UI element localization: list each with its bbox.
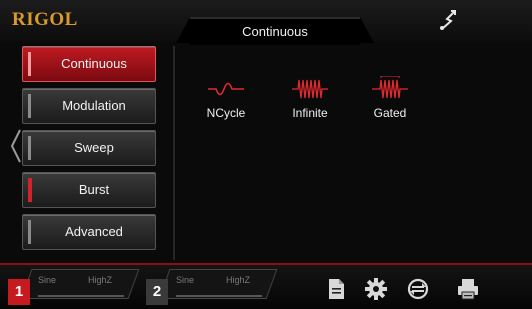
indicator-bar: [28, 52, 31, 76]
mode-label: NCycle: [206, 106, 246, 120]
channel-waveform: Sine: [38, 275, 57, 285]
title-tab-left-edge: [176, 17, 190, 43]
sidebar-item-label: Advanced: [65, 224, 123, 239]
settings-gear-icon[interactable]: [364, 277, 388, 301]
sidebar-item-label: Burst: [78, 182, 110, 197]
indicator-bar: [28, 220, 31, 244]
channel-number: 1: [8, 279, 30, 305]
ncycle-icon: [208, 82, 244, 96]
brand-logo: RIGOL: [12, 9, 78, 30]
chevron-left-icon[interactable]: [10, 128, 22, 164]
sidebar-item-label: Modulation: [62, 98, 126, 113]
mode-infinite[interactable]: Infinite: [279, 76, 341, 120]
mode-ncycle[interactable]: NCycle: [195, 76, 257, 120]
channel-waveform: Sine: [176, 275, 195, 285]
channel-1-tab[interactable]: 1 Sine HighZ: [8, 265, 140, 305]
indicator-bar: [28, 94, 31, 118]
page-title: Continuous: [190, 17, 360, 45]
sidebar-item-advanced[interactable]: Advanced: [22, 214, 156, 250]
channel-2-tab[interactable]: 2 Sine HighZ: [146, 265, 278, 305]
mode-label: Gated: [373, 106, 407, 120]
channel-impedance: HighZ: [88, 275, 113, 285]
printer-icon[interactable]: [456, 277, 480, 301]
indicator-bar: [28, 178, 32, 202]
channel-number: 2: [146, 279, 168, 305]
channel-impedance: HighZ: [226, 275, 251, 285]
sidebar-item-sweep[interactable]: Sweep: [22, 130, 156, 166]
panel-divider: [173, 46, 175, 260]
channel-underline: [38, 295, 124, 297]
mode-gated[interactable]: Gated: [359, 76, 421, 120]
gated-burst-icon: [372, 76, 408, 99]
sidebar-item-modulation[interactable]: Modulation: [22, 88, 156, 124]
sidebar-item-label: Continuous: [61, 56, 127, 71]
file-icon[interactable]: [324, 277, 348, 301]
title-tab-right-edge: [360, 17, 374, 43]
usb-icon[interactable]: [436, 8, 460, 32]
infinite-burst-icon: [292, 79, 328, 99]
sidebar-item-continuous[interactable]: Continuous: [22, 46, 156, 82]
sidebar-item-burst[interactable]: Burst: [22, 172, 156, 208]
sidebar-item-label: Sweep: [74, 140, 114, 155]
indicator-bar: [28, 136, 31, 160]
channel-underline: [176, 295, 262, 297]
sync-icon[interactable]: [406, 277, 430, 301]
mode-label: Infinite: [292, 106, 328, 120]
